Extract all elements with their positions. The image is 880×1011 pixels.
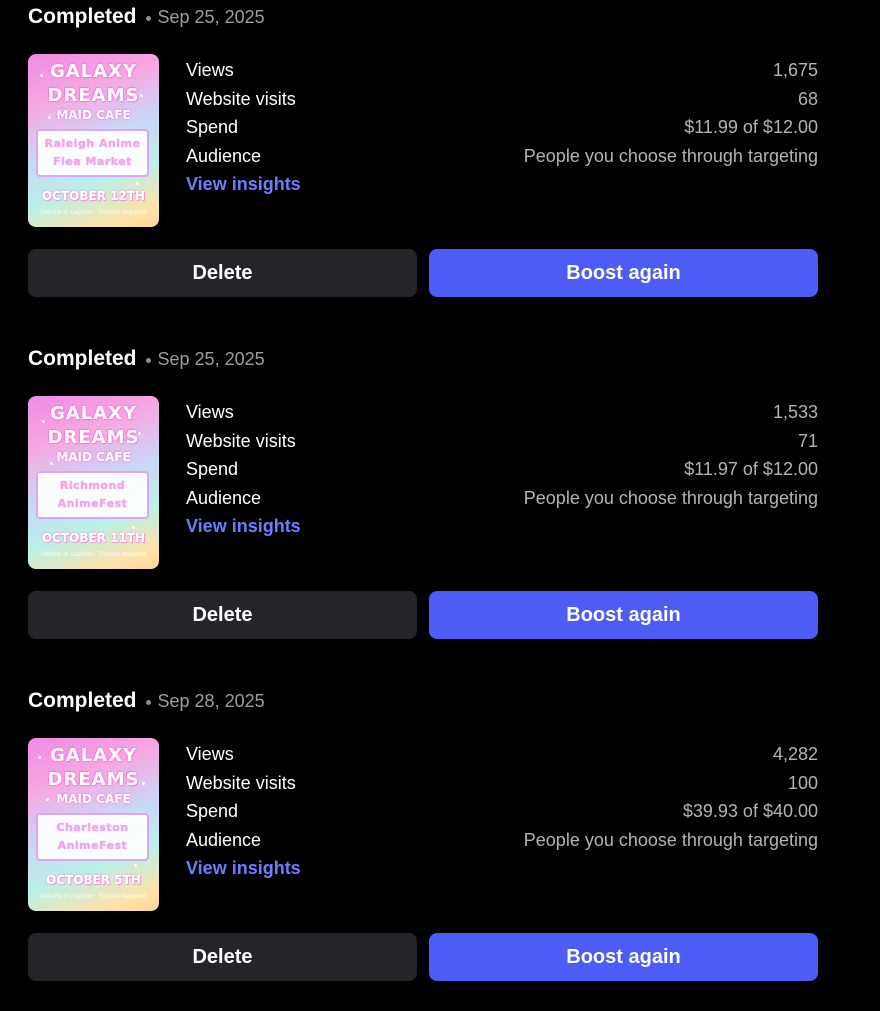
stat-row-views: Views 1,533 (186, 398, 818, 427)
status-row: Completed Sep 28, 2025 (28, 684, 265, 718)
stat-value: People you choose through targeting (523, 145, 818, 166)
thumbnail-title-line: GALAXY (49, 745, 138, 766)
stat-label: Website visits (186, 88, 296, 109)
stat-row-spend: Spend $11.99 of $12.00 (186, 113, 818, 142)
boost-date: Sep 28, 2025 (157, 690, 265, 711)
thumbnail-fine-print: Details in caption · Tickets required (40, 893, 147, 900)
thumbnail-event-line: Charleston (56, 821, 129, 834)
stat-row-spend: Spend $39.93 of $40.00 (186, 797, 818, 826)
delete-button[interactable]: Delete (28, 249, 417, 297)
stat-value: $11.99 of $12.00 (684, 117, 818, 137)
thumbnail-subtitle: MAID CAFE (56, 108, 131, 122)
sparkle-icon (134, 864, 137, 867)
boost-again-button[interactable]: Boost again (429, 933, 818, 981)
thumbnail-event-date: OCTOBER 11TH (41, 531, 146, 545)
stat-row-website-visits: Website visits 100 (186, 769, 818, 798)
sparkle-icon (132, 526, 135, 529)
stat-label: Spend (186, 459, 239, 479)
stat-value: 68 (797, 88, 818, 109)
stat-label: Website visits (186, 772, 296, 793)
stat-value: People you choose through targeting (523, 829, 818, 850)
boost-again-button[interactable]: Boost again (429, 591, 818, 639)
thumbnail-event-line: AnimeFest (57, 839, 128, 852)
delete-button[interactable]: Delete (28, 933, 417, 981)
stat-value: 4,282 (772, 744, 818, 764)
thumbnail-event-line: Flea Market (52, 155, 133, 168)
stat-label: Views (186, 744, 234, 764)
stat-label: Spend (186, 117, 239, 137)
status-label: Completed (28, 689, 137, 712)
thumbnail-fine-print: Details in caption · Tickets required (40, 209, 147, 216)
thumbnail-event-box: Raleigh Anime Flea Market (36, 129, 149, 177)
boost-again-button[interactable]: Boost again (429, 249, 818, 297)
stat-row-audience: Audience People you choose through targe… (186, 826, 818, 855)
stat-row-website-visits: Website visits 68 (186, 85, 818, 114)
stat-row-audience: Audience People you choose through targe… (186, 142, 818, 171)
stats-list: Views 1,533 Website visits 71 Spend $11.… (186, 398, 818, 536)
stat-row-spend: Spend $11.97 of $12.00 (186, 455, 818, 484)
stat-value: 1,533 (772, 402, 818, 422)
thumbnail-title-line: DREAMS (47, 427, 140, 448)
thumbnail-title-line: GALAXY (49, 61, 138, 82)
stat-row-website-visits: Website visits 71 (186, 427, 818, 456)
stats-list: Views 4,282 Website visits 100 Spend $39… (186, 740, 818, 878)
stat-row-views: Views 4,282 (186, 740, 818, 769)
ad-thumbnail[interactable]: GALAXY DREAMS MAID CAFE Charleston Anime… (28, 738, 159, 911)
ad-thumbnail[interactable]: GALAXY DREAMS MAID CAFE Richmond AnimeFe… (28, 396, 159, 569)
stat-label: Audience (186, 829, 262, 850)
view-insights-link[interactable]: View insights (186, 854, 301, 882)
boost-date: Sep 25, 2025 (157, 348, 265, 369)
status-row: Completed Sep 25, 2025 (28, 342, 265, 376)
thumbnail-subtitle: MAID CAFE (56, 792, 131, 806)
status-row: Completed Sep 25, 2025 (28, 0, 265, 34)
stat-value: $11.97 of $12.00 (684, 459, 818, 479)
separator-dot-icon (145, 699, 151, 705)
boost-date: Sep 25, 2025 (157, 6, 265, 27)
sparkle-icon (136, 182, 139, 185)
stat-label: Audience (186, 145, 262, 166)
stat-value: 1,675 (772, 60, 818, 80)
stat-value: 71 (797, 430, 818, 451)
status-label: Completed (28, 347, 137, 370)
thumbnail-event-line: AnimeFest (57, 497, 128, 510)
stat-row-views: Views 1,675 (186, 56, 818, 85)
view-insights-link[interactable]: View insights (186, 512, 301, 540)
stat-value: 100 (787, 772, 818, 793)
stat-label: Views (186, 60, 234, 80)
status-label: Completed (28, 5, 137, 28)
stat-row-audience: Audience People you choose through targe… (186, 484, 818, 513)
separator-dot-icon (145, 15, 151, 21)
thumbnail-event-box: Charleston AnimeFest (36, 813, 149, 861)
stat-label: Audience (186, 487, 262, 508)
stat-label: Views (186, 402, 234, 422)
thumbnail-title-line: GALAXY (49, 403, 138, 424)
stat-value: People you choose through targeting (523, 487, 818, 508)
stat-value: $39.93 of $40.00 (682, 801, 818, 821)
ad-thumbnail[interactable]: GALAXY DREAMS MAID CAFE Raleigh Anime Fl… (28, 54, 159, 227)
boost-card: Completed Sep 25, 2025 GALAXY DREAMS MAI… (28, 0, 818, 300)
thumbnail-title-line: DREAMS (47, 769, 140, 790)
delete-button[interactable]: Delete (28, 591, 417, 639)
thumbnail-title-line: DREAMS (47, 85, 140, 106)
boost-card: Completed Sep 28, 2025 GALAXY DREAMS MAI… (28, 684, 818, 984)
thumbnail-event-date: OCTOBER 12TH (41, 189, 146, 203)
stat-label: Website visits (186, 430, 296, 451)
separator-dot-icon (145, 357, 151, 363)
thumbnail-event-line: Raleigh Anime (44, 137, 141, 150)
view-insights-link[interactable]: View insights (186, 170, 301, 198)
boost-card: Completed Sep 25, 2025 GALAXY DREAMS MAI… (28, 342, 818, 642)
thumbnail-fine-print: Details in caption · Tickets required (40, 551, 147, 558)
stats-list: Views 1,675 Website visits 68 Spend $11.… (186, 56, 818, 194)
stat-label: Spend (186, 801, 239, 821)
thumbnail-event-date: OCTOBER 5TH (46, 873, 141, 887)
thumbnail-subtitle: MAID CAFE (56, 450, 131, 464)
thumbnail-event-line: Richmond (59, 479, 126, 492)
thumbnail-event-box: Richmond AnimeFest (36, 471, 149, 519)
